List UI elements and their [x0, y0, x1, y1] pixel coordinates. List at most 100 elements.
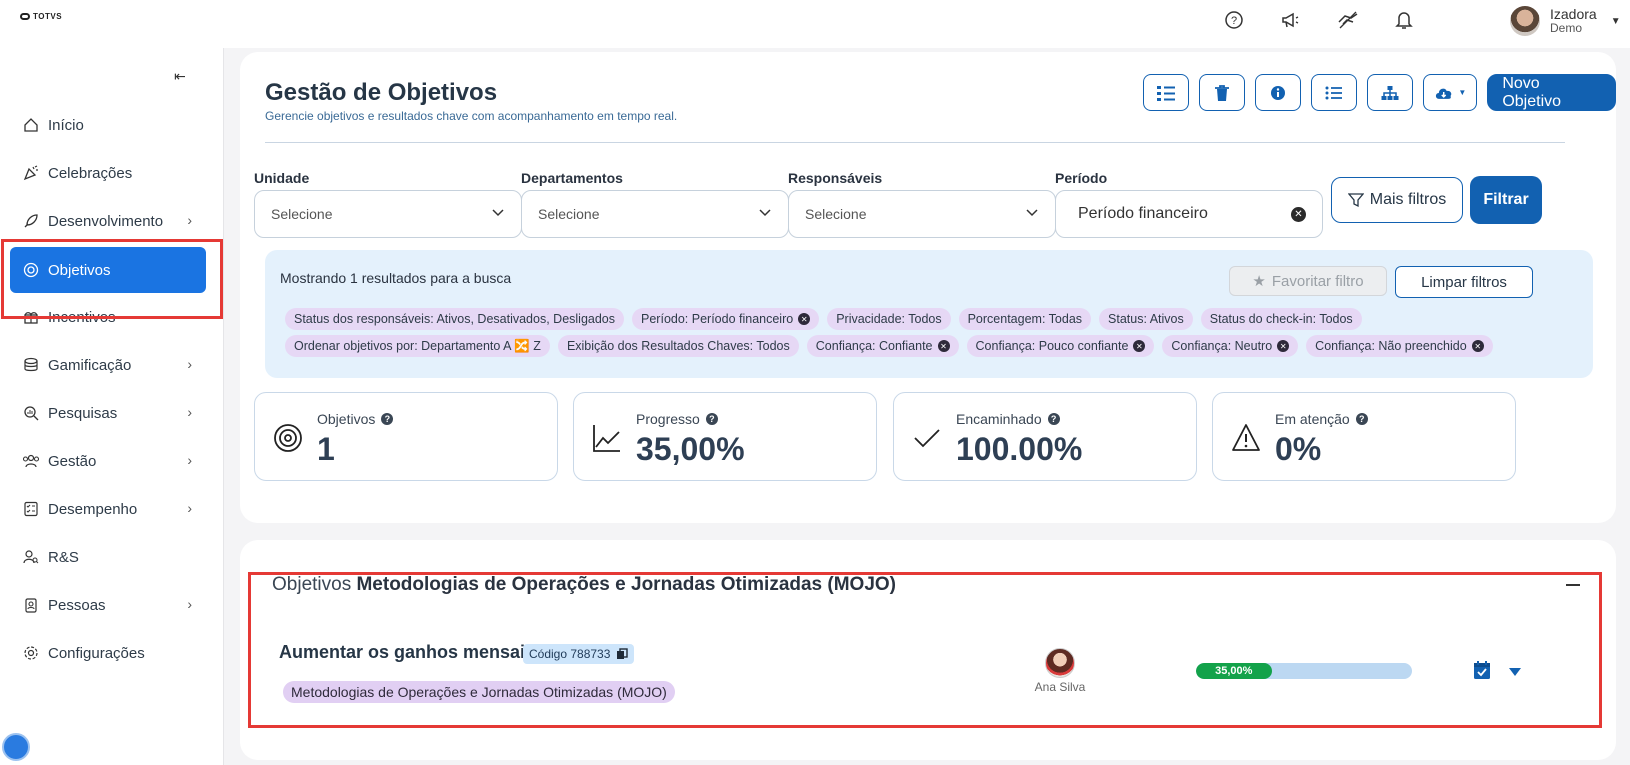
filter-chip: Exibição dos Resultados Chaves: Todos [557, 335, 799, 357]
sidebar-item-label: Gestão [48, 452, 97, 470]
remove-chip-icon[interactable]: ✕ [1277, 340, 1290, 352]
megaphone-icon[interactable] [1278, 8, 1302, 32]
chip-label: Confiança: Neutro [1171, 339, 1273, 353]
period-select[interactable]: Período financeiro ✕ [1055, 190, 1323, 238]
filter-chip: Confiança: Pouco confiante ✕ [966, 335, 1155, 357]
sidebar-item-label: R&S [48, 548, 79, 566]
sidebar-item-gamificacao[interactable]: Gamificação › [10, 342, 206, 388]
chevron-right-icon: › [187, 596, 192, 612]
team-icon [22, 452, 40, 470]
chip-label: Confiança: Confiante [815, 339, 933, 353]
apply-filter-button[interactable]: Filtrar [1470, 176, 1542, 224]
help-icon[interactable]: ? [1047, 413, 1060, 425]
unit-select-value: Selecione [271, 206, 333, 222]
chip-label: Exibição dos Resultados Chaves: Todos [566, 339, 790, 353]
chip-label: Status do check-in: Todos [1209, 312, 1353, 326]
more-filters-button[interactable]: Mais filtros [1331, 177, 1463, 223]
remove-chip-icon[interactable]: ✕ [1133, 340, 1146, 352]
stat-label: Objetivos? [317, 411, 394, 427]
download-menu-button[interactable]: ▼ [1423, 74, 1478, 111]
info-button[interactable] [1255, 74, 1301, 111]
chip-label: Privacidade: Todos [836, 312, 942, 326]
remove-chip-icon[interactable]: ✕ [1471, 340, 1484, 352]
more-filters-label: Mais filtros [1369, 191, 1447, 208]
sidebar-item-label: Celebrações [48, 164, 133, 182]
party-icon [22, 164, 40, 182]
help-icon[interactable]: ? [1355, 413, 1368, 425]
user-menu[interactable]: Izadora Demo ▼ [1510, 4, 1621, 38]
filter-chip: Período: Período financeiro ✕ [632, 308, 820, 330]
clear-period-icon[interactable]: ✕ [1291, 207, 1306, 222]
filter-chips-row-1: Status dos responsáveis: Ativos, Desativ… [285, 308, 1362, 330]
target-icon [273, 423, 303, 453]
unit-select[interactable]: Selecione [254, 190, 522, 238]
sidebar-item-label: Configurações [48, 644, 145, 662]
clear-filters-button[interactable]: Limpar filtros [1395, 266, 1533, 298]
sidebar-item-desempenho[interactable]: Desempenho › [10, 486, 206, 532]
stat-label-text: Objetivos [317, 411, 376, 427]
favorite-filter-label: Favoritar filtro [1271, 272, 1364, 290]
sidebar-item-configuracoes[interactable]: Configurações [10, 630, 206, 676]
page-title: Gestão de Objetivos [265, 79, 498, 106]
chip-label: Porcentagem: Todas [967, 312, 1083, 326]
filter-icon [1347, 193, 1364, 208]
filter-chip: Status: Ativos [1099, 308, 1193, 330]
list-view-button[interactable] [1143, 74, 1189, 111]
page-subtitle: Gerencie objetivos e resultados chave co… [265, 109, 678, 123]
sidebar-item-label: Desempenho [48, 500, 138, 518]
sidebar-item-desenvolvimento[interactable]: Desenvolvimento › [10, 198, 206, 244]
filter-chip: Privacidade: Todos [827, 308, 951, 330]
help-icon[interactable]: ? [1222, 8, 1246, 32]
highlight-objetivos [1, 239, 223, 319]
home-icon [22, 116, 40, 134]
bullet-list-button[interactable] [1311, 74, 1357, 111]
logo-mark-icon [20, 13, 30, 20]
favorite-filter-button[interactable]: ★ Favoritar filtro [1229, 266, 1387, 296]
sidebar-item-pessoas[interactable]: Pessoas › [10, 582, 206, 628]
filter-chip: Status do check-in: Todos [1200, 308, 1362, 330]
remove-chip-icon[interactable]: ✕ [798, 313, 811, 325]
stat-value: 1 [317, 431, 335, 467]
sidebar-item-rs[interactable]: R&S [10, 534, 206, 580]
sidebar-item-label: Desenvolvimento [48, 212, 164, 230]
sidebar-item-pesquisas[interactable]: Pesquisas › [10, 390, 206, 436]
owners-select[interactable]: Selecione [788, 190, 1056, 238]
chevron-down-icon [758, 205, 772, 222]
new-objective-button[interactable]: Novo Objetivo [1487, 74, 1616, 111]
highlight-objective-group [248, 572, 1602, 728]
sidebar-item-label: Pesquisas [48, 404, 118, 422]
departments-select[interactable]: Selecione [521, 190, 789, 238]
hierarchy-button[interactable] [1367, 74, 1413, 111]
collapse-sidebar-icon[interactable]: ⇤ [174, 68, 186, 85]
line-chart-icon [592, 423, 622, 453]
caret-down-icon: ▼ [1610, 15, 1621, 27]
sidebar: ⇤ Início Celebrações Desenvolvimento › O… [0, 48, 224, 765]
chevron-down-icon [1025, 205, 1039, 222]
unit-filter-label: Unidade [254, 170, 310, 186]
sidebar-item-celebracoes[interactable]: Celebrações [10, 150, 206, 196]
filter-chip: Confiança: Confiante ✕ [806, 335, 959, 357]
filter-chip: Status dos responsáveis: Ativos, Desativ… [285, 308, 625, 330]
chevron-right-icon: › [187, 212, 192, 228]
brand-logo[interactable]: TOTVS [20, 12, 62, 21]
chip-label: Status dos responsáveis: Ativos, Desativ… [294, 312, 616, 326]
sidebar-item-gestao[interactable]: Gestão › [10, 438, 206, 484]
hand-icon[interactable] [1336, 8, 1360, 32]
sidebar-item-label: Gamificação [48, 356, 132, 374]
stat-label-text: Encaminhado [956, 411, 1042, 427]
filter-chips-row-2: Ordenar objetivos por: Departamento A 🔀 … [285, 335, 1493, 357]
header-divider [265, 142, 1565, 143]
help-icon[interactable]: ? [381, 413, 394, 425]
sitemap-icon [1381, 85, 1399, 100]
chat-help-icon[interactable] [2, 733, 30, 761]
remove-chip-icon[interactable]: ✕ [937, 340, 950, 352]
sidebar-item-inicio[interactable]: Início [10, 102, 206, 148]
cloud-download-icon [1435, 88, 1452, 99]
badge-icon [22, 596, 40, 614]
delete-button[interactable] [1199, 74, 1245, 111]
chip-label: Confiança: Pouco confiante [975, 339, 1129, 353]
results-summary: Mostrando 1 resultados para a busca [280, 270, 512, 286]
bell-icon[interactable] [1392, 8, 1416, 32]
help-icon[interactable]: ? [705, 413, 718, 425]
user-subtitle: Demo [1550, 21, 1583, 35]
